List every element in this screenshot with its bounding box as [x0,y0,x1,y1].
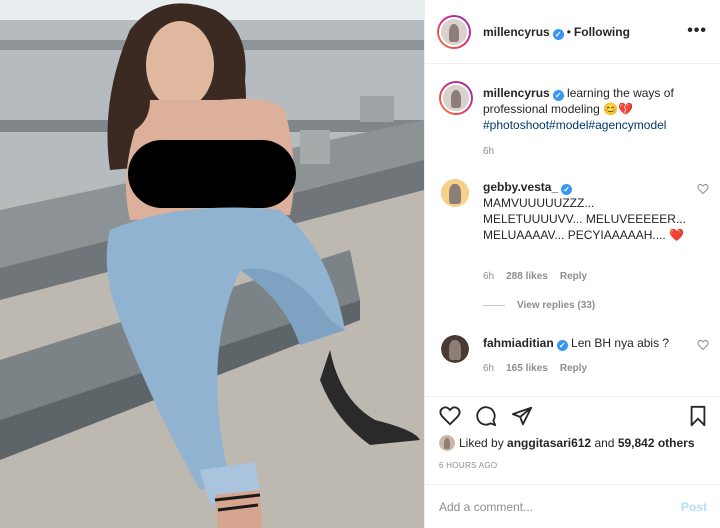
comments-list[interactable]: millencyrus ✓ learning the ways of profes… [425,65,720,395]
photo-illustration [0,0,424,528]
post-comment-button[interactable]: Post [681,500,707,514]
following-button[interactable]: Following [574,25,630,39]
reply-button[interactable]: Reply [560,271,587,282]
separator-dot: • [566,25,571,39]
liker-avatar [439,435,455,451]
caption-meta: 6h [483,146,506,157]
post-actions: Liked by anggitasari612 and 59,842 other… [425,396,720,484]
comment-time[interactable]: 6h [483,363,494,374]
caption-hashtags[interactable]: #photoshoot#model#agencymodel [483,118,666,132]
post-header: millencyrus ✓ • Following ••• [425,0,720,64]
comment-input[interactable] [439,497,659,517]
more-options-icon[interactable]: ••• [687,22,707,40]
caption-username[interactable]: millencyrus [483,86,550,100]
caption-text-block: millencyrus ✓ learning the ways of profes… [483,85,693,133]
reply-button[interactable]: Reply [560,363,587,374]
author-username[interactable]: millencyrus [483,25,550,39]
comment-item: gebby.vesta_ ✓ MAMVUUUUUZZZ... MELETUUUUV… [439,177,709,287]
save-bookmark-icon[interactable] [687,405,709,427]
commenter-avatar[interactable] [441,179,469,207]
liked-by-prefix: Liked by [459,436,504,450]
comment-bubble-icon[interactable] [475,405,497,427]
share-send-icon[interactable] [511,405,533,427]
add-comment-bar: Post [425,484,720,528]
comment-text: MAMVUUUUUZZZ... MELETUUUUVV... MELUVEEEE… [483,196,686,242]
caption: millencyrus ✓ learning the ways of profes… [439,81,709,161]
post-photo[interactable] [0,0,424,528]
comment-meta: 6h 288 likes Reply [483,271,599,282]
comment-text: Len BH nya abis ? [571,336,670,350]
comment-time[interactable]: 6h [483,271,494,282]
like-comment-heart-icon[interactable] [697,183,709,195]
view-replies-button[interactable]: View replies (33) [483,300,595,311]
like-heart-icon[interactable] [439,405,461,427]
commenter-avatar[interactable] [441,335,469,363]
verified-badge-icon: ✓ [552,90,564,101]
liked-by-count[interactable]: 59,842 others [618,436,695,450]
comment-meta: 6h 165 likes Reply [483,363,599,374]
comment-text-block: fahmiaditian ✓ Len BH nya abis ? [483,335,693,351]
comment-likes[interactable]: 288 likes [506,271,548,282]
comment-item: fahmiaditian ✓ Len BH nya abis ? 6h 165 li… [439,333,709,383]
caption-time[interactable]: 6h [483,146,494,157]
liked-by-and: and [594,436,615,450]
post-timestamp[interactable]: 6 HOURS AGO [439,461,497,470]
liked-by-user[interactable]: anggitasari612 [507,436,591,450]
comment-text-block: gebby.vesta_ ✓ MAMVUUUUUZZZ... MELETUUUUV… [483,179,693,243]
comment-likes[interactable]: 165 likes [506,363,548,374]
post-sidebar: millencyrus ✓ • Following ••• millencyrus ✓ … [424,0,720,528]
verified-badge-icon: ✓ [556,340,568,351]
comment-username[interactable]: gebby.vesta_ [483,180,558,194]
verified-badge-icon: ✓ [552,29,564,40]
caption-avatar[interactable] [439,81,473,115]
like-comment-heart-icon[interactable] [697,339,709,351]
liked-by-line: Liked by anggitasari612 and 59,842 other… [439,435,695,451]
verified-badge-icon: ✓ [561,184,573,195]
author-avatar[interactable] [437,15,471,49]
comment-username[interactable]: fahmiaditian [483,336,554,350]
header-author: millencyrus ✓ • Following [483,25,630,40]
